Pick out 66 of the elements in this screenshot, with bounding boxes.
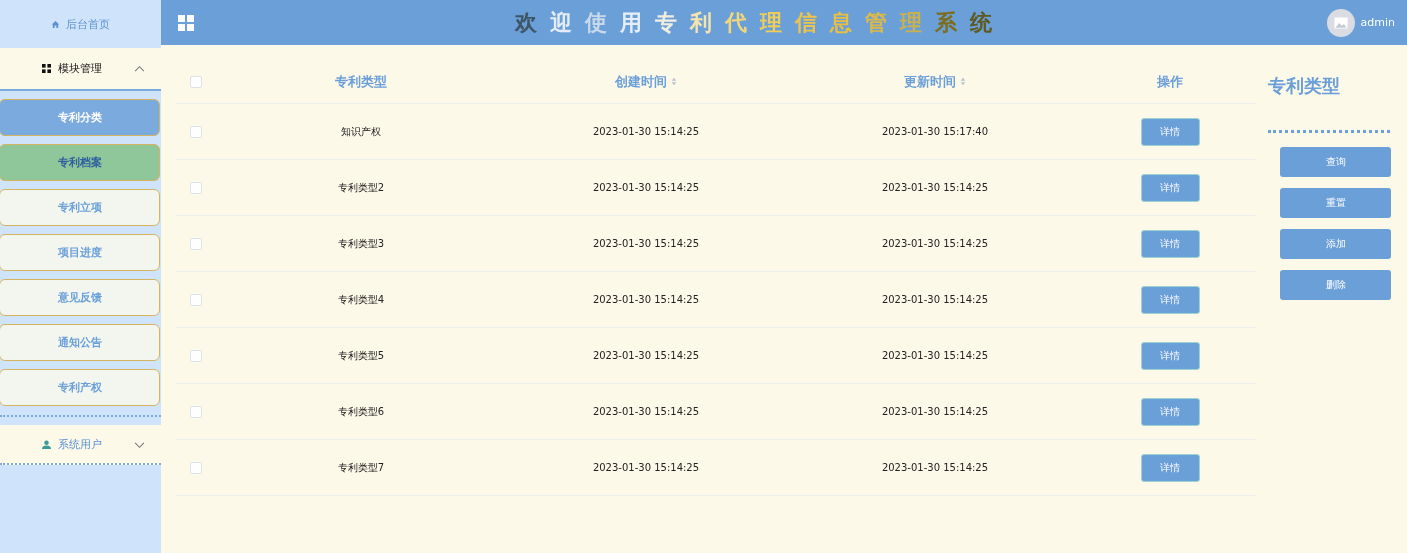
details-button[interactable]: 详情 <box>1140 397 1200 426</box>
table-cell: 2023-01-30 15:14:25 <box>592 238 700 249</box>
grid-icon <box>42 64 51 73</box>
row-checkbox[interactable] <box>190 349 202 362</box>
home-icon <box>51 19 60 29</box>
panel-title: 专利类型 <box>1268 74 1341 98</box>
table-cell: 知识产权 <box>341 124 381 139</box>
table-cell: 2023-01-30 15:14:25 <box>592 462 700 473</box>
action-button[interactable]: 查询 <box>1280 147 1391 177</box>
sort-icon[interactable] <box>960 77 966 86</box>
home-menu-item[interactable]: 后台首页 <box>0 0 161 48</box>
column-header[interactable]: 更新时间 <box>904 72 956 91</box>
menu-group-header[interactable]: 系统用户 <box>0 425 161 465</box>
details-button[interactable]: 详情 <box>1140 229 1200 258</box>
table-cell: 2023-01-30 15:17:40 <box>881 126 989 137</box>
details-button[interactable]: 详情 <box>1140 117 1200 146</box>
table-cell: 2023-01-30 15:14:25 <box>881 182 989 193</box>
action-button[interactable]: 添加 <box>1280 229 1391 259</box>
table-cell: 专利类型2 <box>337 180 385 195</box>
menu-item[interactable]: 专利分类 <box>0 99 160 136</box>
row-checkbox[interactable] <box>190 125 202 138</box>
column-header: 专利类型 <box>335 72 387 91</box>
username[interactable]: admin <box>1360 16 1395 29</box>
sort-icon[interactable] <box>671 77 677 86</box>
menu-item[interactable]: 意见反馈 <box>0 279 160 316</box>
system-title: 欢迎使用专利代理信息管理系统 <box>513 8 1007 37</box>
column-header: 操作 <box>1157 72 1183 91</box>
menu-item[interactable]: 专利立项 <box>0 189 160 226</box>
row-checkbox[interactable] <box>190 293 202 306</box>
menu-item[interactable]: 专利产权 <box>0 369 160 406</box>
table-cell: 2023-01-30 15:14:25 <box>592 182 700 193</box>
details-button[interactable]: 详情 <box>1140 173 1200 202</box>
column-header[interactable]: 创建时间 <box>615 72 667 91</box>
row-checkbox[interactable] <box>190 461 202 474</box>
table-cell: 2023-01-30 15:14:25 <box>881 294 989 305</box>
table-cell: 2023-01-30 15:14:25 <box>592 294 700 305</box>
action-button[interactable]: 删除 <box>1280 270 1391 300</box>
table-cell: 2023-01-30 15:14:25 <box>592 406 700 417</box>
table-cell: 2023-01-30 15:14:25 <box>881 406 989 417</box>
details-button[interactable]: 详情 <box>1140 285 1200 314</box>
menu-icon[interactable] <box>178 14 194 31</box>
table-cell: 2023-01-30 15:14:25 <box>881 238 989 249</box>
chevron-icon <box>134 442 145 449</box>
menu-item[interactable]: 专利档案 <box>0 144 160 181</box>
table-cell: 2023-01-30 15:14:25 <box>881 350 989 361</box>
table-cell: 2023-01-30 15:14:25 <box>592 350 700 361</box>
table-cell: 专利类型6 <box>337 404 385 419</box>
row-checkbox[interactable] <box>190 237 202 250</box>
table-cell: 专利类型4 <box>337 292 385 307</box>
menu-group-header[interactable]: 模块管理 <box>0 48 161 91</box>
table-cell: 2023-01-30 15:14:25 <box>881 462 989 473</box>
row-checkbox[interactable] <box>190 181 202 194</box>
details-button[interactable]: 详情 <box>1140 341 1200 370</box>
chevron-icon <box>134 65 145 72</box>
menu-item[interactable]: 通知公告 <box>0 324 160 361</box>
table-cell: 专利类型5 <box>337 348 385 363</box>
table-cell: 专利类型3 <box>337 236 385 251</box>
details-button[interactable]: 详情 <box>1140 453 1200 482</box>
action-button[interactable]: 重置 <box>1280 188 1391 218</box>
row-checkbox[interactable] <box>190 405 202 418</box>
menu-item[interactable]: 项目进度 <box>0 234 160 271</box>
user-icon <box>42 439 51 449</box>
select-all-checkbox[interactable] <box>190 75 202 88</box>
table-cell: 2023-01-30 15:14:25 <box>592 126 700 137</box>
avatar-icon[interactable] <box>1326 8 1355 37</box>
table-cell: 专利类型7 <box>337 460 385 475</box>
